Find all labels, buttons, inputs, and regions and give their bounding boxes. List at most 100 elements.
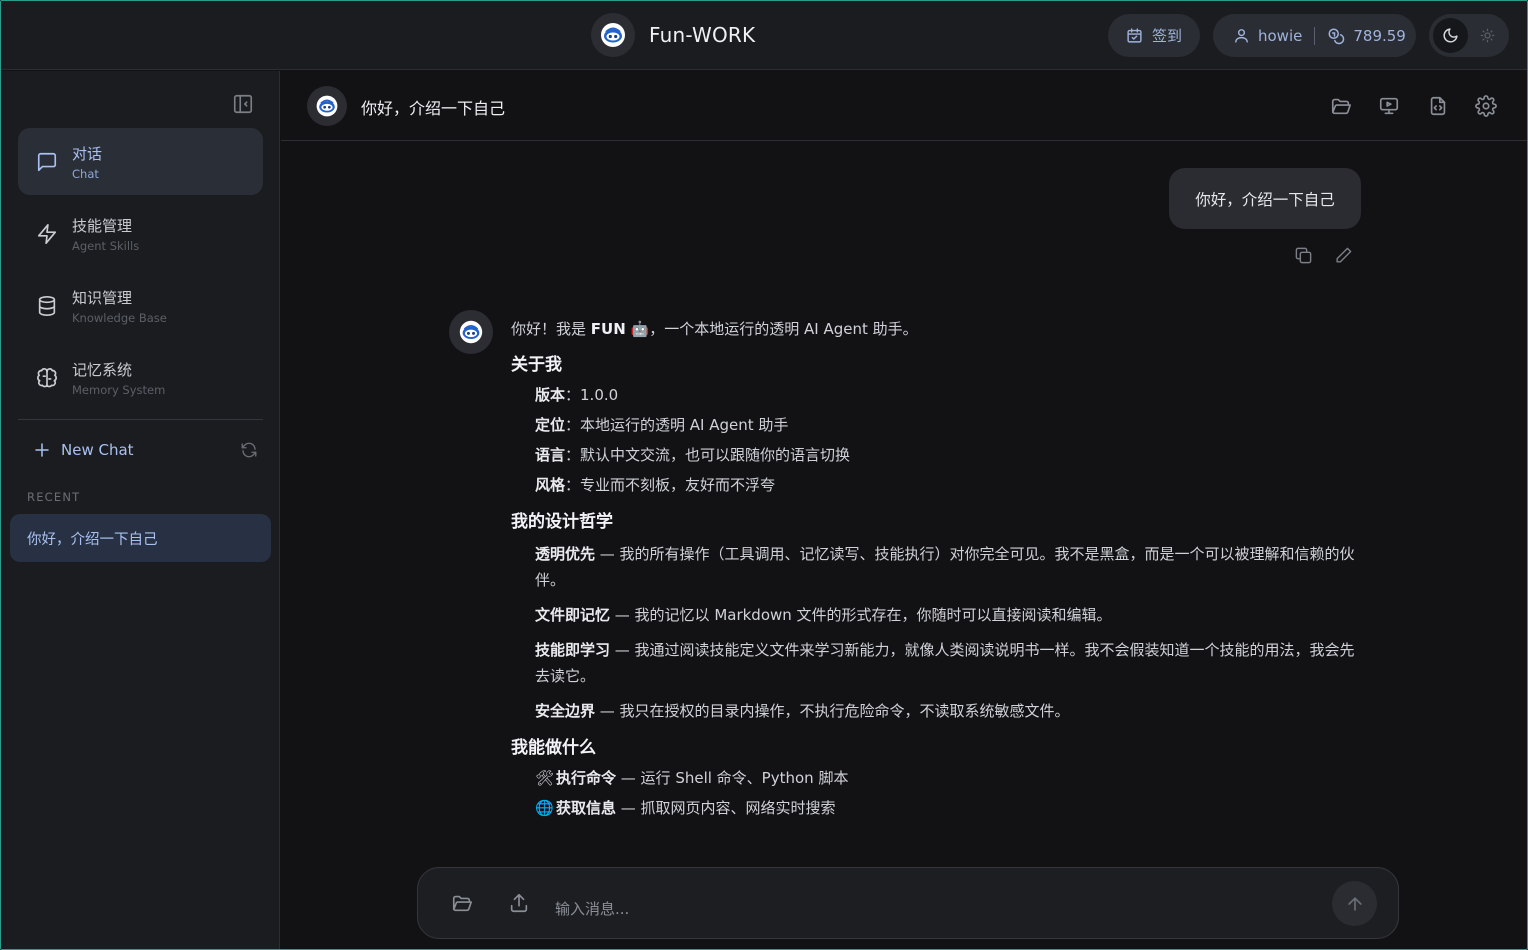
sidebar-item-memory[interactable]: 记忆系统 Memory System xyxy=(18,344,263,411)
about-list: 版本：1.0.0 定位：本地运行的透明 AI Agent 助手 语言：默认中文交… xyxy=(511,382,1361,498)
list-item: 语言：默认中文交流，也可以跟随你的语言切换 xyxy=(535,442,1361,468)
assistant-avatar-icon xyxy=(449,310,493,354)
copy-icon[interactable] xyxy=(1294,246,1314,266)
code-file-icon[interactable] xyxy=(1427,95,1449,117)
account-button[interactable]: howie 789.59 xyxy=(1213,14,1416,57)
recent-chat-item[interactable]: 你好，介绍一下自己 xyxy=(10,514,271,562)
refresh-icon[interactable] xyxy=(240,441,258,459)
assistant-name: FUN xyxy=(590,320,626,338)
sidebar-item-sublabel: Knowledge Base xyxy=(72,310,167,325)
calendar-check-icon xyxy=(1126,27,1143,44)
send-button[interactable] xyxy=(1332,881,1377,926)
item-key: 获取信息 xyxy=(556,799,617,817)
sidebar-divider xyxy=(18,419,263,420)
philosophy-list: 透明优先 — 我的所有操作（工具调用、记忆读写、技能执行）对你完全可见。我不是黑… xyxy=(511,541,1361,724)
item-key: 技能即学习 xyxy=(535,641,611,659)
item-value: — 我通过阅读技能定义文件来学习新能力，就像人类阅读说明书一样。我不会假装知道一… xyxy=(535,641,1355,685)
list-item: 🌐 获取信息 — 抓取网页内容、网络实时搜索 xyxy=(535,795,1361,821)
section-heading-philosophy: 我的设计哲学 xyxy=(511,512,613,532)
assistant-message: 你好！我是 FUN 🤖，一个本地运行的透明 AI Agent 助手。 关于我 版… xyxy=(511,317,1361,821)
username: howie xyxy=(1258,26,1303,45)
sidebar-item-skills[interactable]: 技能管理 Agent Skills xyxy=(18,200,263,267)
dark-mode-button[interactable] xyxy=(1433,18,1468,53)
message-input[interactable]: 输入消息... xyxy=(555,898,629,919)
item-value: — 运行 Shell 命令、Python 脚本 xyxy=(616,769,849,787)
item-key: 安全边界 xyxy=(535,702,596,720)
account-separator xyxy=(1314,26,1316,45)
item-key: 文件即记忆 xyxy=(535,606,611,624)
item-key: 定位 xyxy=(535,416,566,434)
list-item: 🛠 执行命令 — 运行 Shell 命令、Python 脚本 xyxy=(535,765,1361,791)
arrow-up-icon xyxy=(1345,894,1365,914)
sidebar-item-text: 知识管理 Knowledge Base xyxy=(72,287,167,325)
globe-icon: 🌐 xyxy=(535,799,554,817)
list-item: 定位：本地运行的透明 AI Agent 助手 xyxy=(535,412,1361,438)
sidebar-item-sublabel: Chat xyxy=(72,166,99,181)
item-key: 版本 xyxy=(535,386,566,404)
item-value: ：默认中文交流，也可以跟随你的语言切换 xyxy=(565,446,851,464)
folder-open-icon[interactable] xyxy=(1330,95,1352,117)
brand-title: Fun-WORK xyxy=(649,23,756,47)
brain-icon xyxy=(36,367,58,389)
chat-topbar: 你好，介绍一下自己 xyxy=(281,71,1527,141)
settings-gear-icon[interactable] xyxy=(1475,95,1497,117)
top-header: Fun-WORK 签到 howie 789.59 xyxy=(1,1,1527,70)
section-heading-about: 关于我 xyxy=(511,355,562,375)
brand-logo-icon xyxy=(591,13,635,57)
sidebar-item-sublabel: Memory System xyxy=(72,382,166,397)
sidebar-item-label: 对话 xyxy=(72,144,103,163)
edit-pencil-icon[interactable] xyxy=(1334,246,1354,266)
app-window: Fun-WORK 签到 howie 789.59 对话 Chat 技能管理 Ag… xyxy=(0,0,1528,950)
database-icon xyxy=(36,295,58,317)
sidebar-item-text: 记忆系统 Memory System xyxy=(72,359,165,397)
list-item: 版本：1.0.0 xyxy=(535,382,1361,408)
section-heading-abilities: 我能做什么 xyxy=(511,738,596,758)
answer-intro: 你好！我是 FUN 🤖，一个本地运行的透明 AI Agent 助手。 xyxy=(511,317,1361,341)
sidebar-item-knowledge[interactable]: 知识管理 Knowledge Base xyxy=(18,272,263,339)
item-value: — 我只在授权的目录内操作，不执行危险命令，不读取系统敏感文件。 xyxy=(595,702,1070,720)
new-chat-button[interactable]: New Chat xyxy=(33,439,258,461)
intro-text-tail: ，一个本地运行的透明 AI Agent 助手。 xyxy=(649,320,918,338)
list-item: 透明优先 — 我的所有操作（工具调用、记忆读写、技能执行）对你完全可见。我不是黑… xyxy=(535,541,1361,593)
attach-folder-icon[interactable] xyxy=(451,892,473,914)
theme-toggle[interactable] xyxy=(1429,14,1509,57)
chat-bubble-icon xyxy=(36,151,58,173)
item-value: — 抓取网页内容、网络实时搜索 xyxy=(616,799,836,817)
sidebar-item-text: 技能管理 Agent Skills xyxy=(72,215,139,253)
sidebar-item-text: 对话 Chat xyxy=(72,143,102,181)
agent-avatar-icon xyxy=(307,86,347,126)
presentation-icon[interactable] xyxy=(1378,95,1400,117)
list-item: 安全边界 — 我只在授权的目录内操作，不执行危险命令，不读取系统敏感文件。 xyxy=(535,698,1361,724)
chat-title: 你好，介绍一下自己 xyxy=(361,99,506,118)
item-value: — 我的记忆以 Markdown 文件的形式存在，你随时可以直接阅读和编辑。 xyxy=(610,606,1112,624)
sidebar-item-chat[interactable]: 对话 Chat xyxy=(18,128,263,195)
checkin-button[interactable]: 签到 xyxy=(1108,14,1200,57)
tools-icon: 🛠 xyxy=(535,769,555,787)
intro-text: 你好！我是 xyxy=(511,320,591,338)
sun-icon xyxy=(1480,28,1495,43)
balance: 789.59 xyxy=(1353,26,1406,45)
item-value: ：专业而不刻板，友好而不浮夸 xyxy=(565,476,776,494)
abilities-list: 🛠 执行命令 — 运行 Shell 命令、Python 脚本 🌐 获取信息 — 抓取… xyxy=(511,765,1361,821)
moon-icon xyxy=(1442,27,1459,44)
item-key: 风格 xyxy=(535,476,566,494)
item-value: — 我的所有操作（工具调用、记忆读写、技能执行）对你完全可见。我不是黑盒，而是一… xyxy=(535,545,1355,589)
sidebar-item-label: 知识管理 xyxy=(72,288,133,307)
sidebar-item-label: 技能管理 xyxy=(72,216,133,235)
collapse-sidebar-icon[interactable] xyxy=(232,93,254,115)
item-key: 执行命令 xyxy=(556,769,617,787)
checkin-label: 签到 xyxy=(1151,27,1182,45)
sidebar: 对话 Chat 技能管理 Agent Skills 知识管理 Knowledge… xyxy=(1,71,280,949)
list-item: 风格：专业而不刻板，友好而不浮夸 xyxy=(535,472,1361,498)
light-mode-button[interactable] xyxy=(1470,18,1505,53)
item-value: ：本地运行的透明 AI Agent 助手 xyxy=(565,416,789,434)
plus-icon xyxy=(33,441,51,459)
item-key: 透明优先 xyxy=(535,545,596,563)
upload-icon[interactable] xyxy=(508,892,530,914)
user-message-bubble: 你好，介绍一下自己 xyxy=(1169,168,1361,229)
brand: Fun-WORK xyxy=(591,13,755,57)
list-item: 文件即记忆 — 我的记忆以 Markdown 文件的形式存在，你随时可以直接阅读… xyxy=(535,602,1361,628)
list-item: 技能即学习 — 我通过阅读技能定义文件来学习新能力，就像人类阅读说明书一样。我不… xyxy=(535,637,1361,689)
item-value: ：1.0.0 xyxy=(565,386,619,404)
new-chat-label: New Chat xyxy=(61,441,134,459)
